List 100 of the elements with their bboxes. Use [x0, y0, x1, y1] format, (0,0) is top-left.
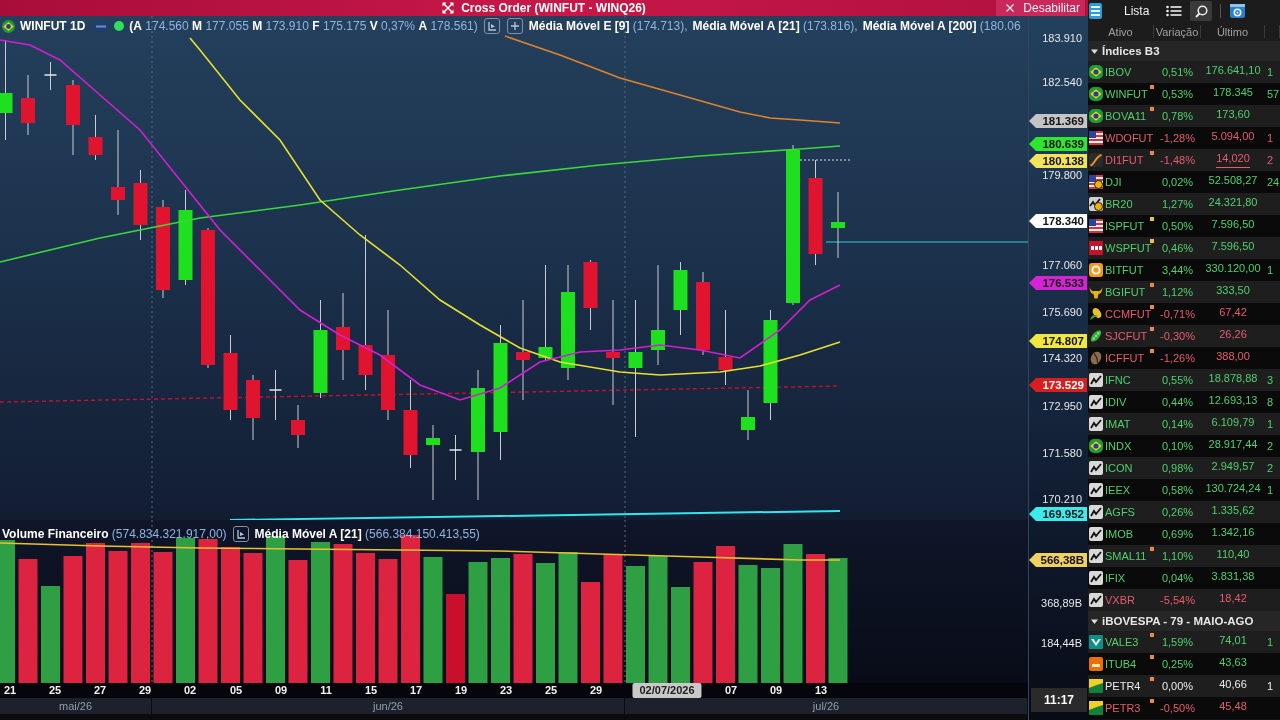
watchlist-row[interactable]: BR20 1,27% 24.321,80 — [1088, 193, 1280, 215]
truncated-value: 24 — [1266, 176, 1280, 188]
ticker-symbol: ICON — [1105, 462, 1133, 474]
date-label: 25 — [543, 683, 559, 698]
watchlist-row[interactable]: DI1FUT -1,48% 14,020 2 — [1088, 149, 1280, 171]
last-price: 7.596,50 — [1211, 218, 1255, 232]
watchlist-row[interactable]: ITUB4 0,25% 43,63 — [1088, 653, 1280, 675]
truncated-value: 57 — [1266, 88, 1280, 100]
column-header[interactable]: Ativo — [1108, 25, 1133, 38]
month-label: mai/26 — [59, 700, 92, 712]
date-label: 13 — [813, 683, 829, 698]
price-marker: 180.639 — [1029, 137, 1087, 151]
watchlist-row[interactable]: IFIX 0,04% 3.831,38 — [1088, 567, 1280, 589]
truncated-value: 8 — [1266, 396, 1275, 408]
last-price: 43,63 — [1219, 656, 1247, 670]
ticker-symbol: BR20 — [1105, 198, 1133, 210]
date-label: 02/07/2026 — [632, 683, 702, 698]
column-header[interactable]: Último — [1216, 25, 1249, 38]
list-icon[interactable] — [1166, 5, 1183, 17]
date-label: 09 — [768, 683, 784, 698]
change-percent: 0,98% — [1161, 462, 1194, 474]
watchlist-row[interactable]: AGFS 0,26% 1.335,62 — [1088, 501, 1280, 523]
change-percent: 0,53% — [1161, 88, 1194, 100]
last-price: 330.120,00 — [1205, 262, 1261, 276]
watchlist-row[interactable]: VXBR -5,54% 18,42 — [1088, 589, 1280, 611]
change-percent: 0,14% — [1161, 418, 1194, 430]
date-label: 11 — [319, 683, 333, 698]
search-icon — [1194, 4, 1208, 18]
axis-label: 171.580 — [1042, 446, 1082, 460]
change-percent: -1,28% — [1160, 132, 1195, 144]
ticker-symbol: IMOB — [1105, 528, 1134, 540]
date-label: 05 — [228, 683, 244, 698]
watchlist-row[interactable]: WINFUT 0,53% 178.345 57 — [1088, 83, 1280, 105]
truncated-value: 3 — [1266, 374, 1275, 386]
axis-label: 170.210 — [1042, 492, 1082, 506]
watchlist-row[interactable]: ICON 0,98% 2.949,57 2 — [1088, 457, 1280, 479]
ticker-symbol: WDOFUT — [1105, 132, 1154, 144]
watchlist-row[interactable]: ISPFUT 0,50% 7.596,50 — [1088, 215, 1280, 237]
ticker-symbol: VALE3 — [1105, 636, 1139, 648]
disable-button[interactable]: Desabilitar — [996, 0, 1085, 16]
watchlist-row[interactable]: WDOFUT -1,28% 5.094,00 1 — [1088, 127, 1280, 149]
watchlist-row[interactable]: IBOV 0,51% 176.641,10 1 — [1088, 61, 1280, 83]
change-percent: 0,02% — [1161, 176, 1194, 188]
change-percent: 0,46% — [1161, 242, 1194, 254]
truncated-value: 1 — [1266, 66, 1275, 78]
watchlist-row[interactable]: IEEX 0,58% 130.724,24 1 — [1088, 479, 1280, 501]
watchlist-row[interactable]: ICFFUT -1,26% 388,00 — [1088, 347, 1280, 369]
ticker-symbol: PETR4 — [1105, 680, 1141, 692]
watchlist-row[interactable]: PETR3 -0,50% 45,48 — [1088, 697, 1280, 719]
watchlist-row[interactable]: PETR4 0,00% 40,66 1 — [1088, 675, 1280, 697]
watchlist-row[interactable]: IDIV 0,44% 12.693,13 8 — [1088, 391, 1280, 413]
search-button[interactable] — [1190, 1, 1213, 21]
ticker-symbol: ITUB4 — [1105, 658, 1137, 670]
window-icon[interactable] — [1230, 4, 1246, 18]
flag-icon — [1089, 87, 1103, 101]
ticker-symbol: IEEX — [1105, 484, 1131, 496]
change-percent: 0,50% — [1161, 220, 1194, 232]
group-header[interactable]: Índices B3 — [1088, 41, 1280, 61]
ticker-symbol: INDX — [1105, 440, 1132, 452]
last-price: 45,48 — [1219, 700, 1247, 714]
watchlist-row[interactable]: WSPFUT 0,46% 7.596,50 — [1088, 237, 1280, 259]
watchlist-row[interactable]: IFNC 0,55% 18.878,88 3 — [1088, 369, 1280, 391]
table-icon — [1089, 3, 1102, 19]
change-percent: 0,69% — [1161, 528, 1194, 540]
change-percent: 3,44% — [1161, 264, 1194, 276]
axis-label: 184,44B — [1041, 636, 1082, 650]
ring-icon — [1089, 263, 1103, 277]
watchlist-row[interactable]: BGIFUT 1,12% 333,50 — [1088, 281, 1280, 303]
ticker-symbol: IDIV — [1105, 396, 1127, 408]
group-header[interactable]: iBOVESPA - 79 - MAIO-AGO — [1088, 611, 1280, 631]
watchlist-row[interactable]: SMAL11 1,10% 110,40 — [1088, 545, 1280, 567]
zigzag-icon — [1089, 395, 1103, 409]
watchlist-row[interactable]: DJI 0,02% 52.508,27 24 — [1088, 171, 1280, 193]
last-price: 1.342,16 — [1211, 526, 1255, 540]
last-price: 130.724,24 — [1205, 482, 1261, 496]
watchlist-row[interactable]: IMAT 0,14% 6.109,79 1 — [1088, 413, 1280, 435]
list-selector[interactable]: Lista — [1124, 4, 1150, 18]
watchlist-row[interactable]: IMOB 0,69% 1.342,16 — [1088, 523, 1280, 545]
price-marker: 169.952 — [1029, 507, 1087, 521]
ticker-symbol: BGIFUT — [1105, 286, 1146, 298]
watchlist-row[interactable]: SJCFUT -0,30% 26,26 — [1088, 325, 1280, 347]
truncated-value: 1 — [1266, 418, 1275, 430]
watchlist-row[interactable]: BITFUT 3,44% 330.120,00 1 — [1088, 259, 1280, 281]
ticker-symbol: WSPFUT — [1105, 242, 1152, 254]
last-price: 110,40 — [1216, 548, 1250, 562]
watchlist-row[interactable]: VALE3 1,59% 74,01 1 — [1088, 631, 1280, 653]
change-percent: 0,55% — [1161, 374, 1194, 386]
bean-icon — [1089, 351, 1103, 365]
price-marker: 180.138 — [1029, 154, 1087, 168]
watchlist-row[interactable]: BOVA11 0,78% 173,60 — [1088, 105, 1280, 127]
change-percent: 0,04% — [1161, 572, 1194, 584]
ticker-symbol: PETR3 — [1105, 702, 1141, 714]
change-percent: 1,10% — [1161, 550, 1194, 562]
flag-icon — [1089, 65, 1103, 79]
watchlist-row[interactable]: CCMFUT -0,71% 67,42 — [1088, 303, 1280, 325]
axis-label: 182.540 — [1042, 75, 1082, 89]
watchlist-row[interactable]: INDX 0,10% 28.917,44 2 — [1088, 435, 1280, 457]
column-header[interactable]: Variação — [1155, 25, 1199, 38]
last-price: 1.335,62 — [1211, 504, 1255, 518]
last-price: 26,26 — [1219, 328, 1247, 342]
